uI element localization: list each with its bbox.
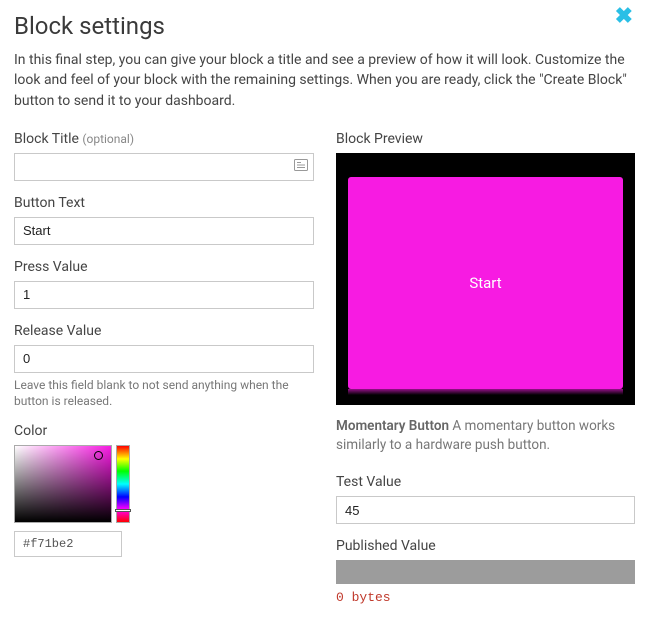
block-title-input[interactable] [14,153,314,181]
page-title: Block settings [14,12,635,40]
close-icon[interactable]: ✖ [615,6,633,28]
block-type-description: Momentary Button A momentary button work… [336,417,635,456]
block-type-name: Momentary Button [336,418,449,434]
published-value-label: Published Value [336,538,635,554]
test-value-label: Test Value [336,474,635,490]
title-card-icon [294,159,308,175]
published-bytes: 0 bytes [336,590,635,605]
color-hue-slider[interactable] [115,509,131,512]
press-value-input[interactable] [14,281,314,309]
optional-hint: (optional) [82,132,134,146]
preview-column: Block Preview Start Momentary Button A m… [336,131,635,609]
page-description: In this final step, you can give your bl… [14,50,635,111]
press-value-label: Press Value [14,259,314,275]
color-sv-cursor[interactable] [94,451,103,460]
color-saturation-box[interactable] [14,445,112,523]
preview-button-text: Start [469,274,501,292]
test-value-input[interactable] [336,496,635,524]
color-hue-bar[interactable] [116,445,130,523]
release-value-label: Release Value [14,323,314,339]
block-preview-label: Block Preview [336,131,635,147]
block-preview-stage: Start [336,153,635,405]
color-hex-input[interactable] [14,531,122,557]
color-label: Color [14,423,314,439]
block-title-label-text: Block Title [14,131,79,147]
block-title-label: Block Title (optional) [14,131,314,147]
preview-momentary-button[interactable]: Start [348,177,623,389]
release-value-input[interactable] [14,345,314,373]
published-value-bar [336,560,635,584]
release-value-helper: Leave this field blank to not send anyth… [14,377,314,409]
button-text-input[interactable] [14,217,314,245]
settings-column: Block Title (optional) Button Text Press… [14,131,314,609]
preview-button-shadow [348,389,623,395]
button-text-label: Button Text [14,195,314,211]
